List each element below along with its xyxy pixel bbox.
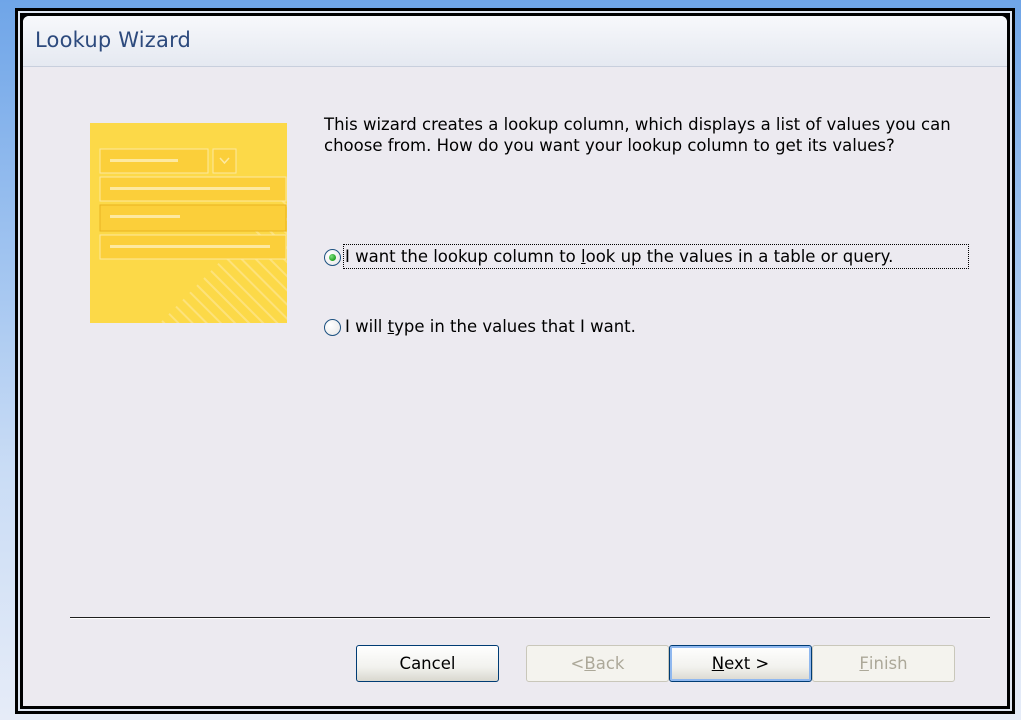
option-lookup-table-label[interactable]: I want the lookup column to look up the … [343,244,969,269]
lookup-list-illustration-icon [90,123,287,323]
frame-border: Lookup Wizard This wizard creates a look… [18,11,1012,711]
option-type-values-label[interactable]: I will type in the values that I want. [345,316,636,337]
radio-type-values[interactable] [324,319,341,336]
radio-lookup-table[interactable] [324,249,341,266]
dialog-titlebar: Lookup Wizard [23,16,1007,67]
wizard-intro-text: This wizard creates a lookup column, whi… [324,115,951,155]
next-button[interactable]: Next > [669,645,812,682]
dialog-title: Lookup Wizard [35,28,192,52]
back-button[interactable]: < Back [526,645,669,682]
cancel-button[interactable]: Cancel [356,645,499,682]
button-separator [70,617,990,619]
finish-button[interactable]: Finish [812,645,955,682]
option-lookup-table-row[interactable]: I want the lookup column to look up the … [324,244,984,269]
slide-frame: Lookup Wizard This wizard creates a look… [15,8,1015,714]
lookup-wizard-dialog: Lookup Wizard This wizard creates a look… [23,16,1007,706]
option-type-values-row[interactable]: I will type in the values that I want. [324,316,984,337]
